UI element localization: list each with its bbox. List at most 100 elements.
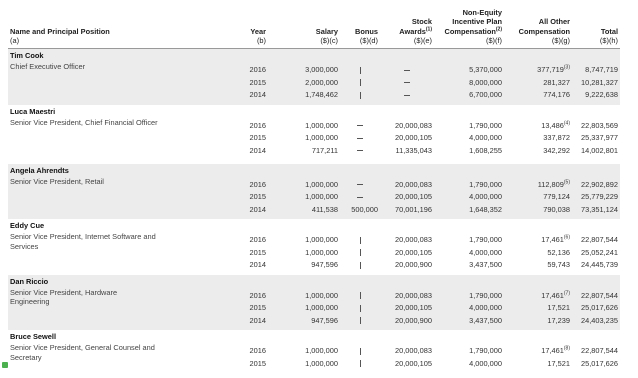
total-cell-value: 25,779,229 [581,192,618,201]
all-other-cell: 377,719(3) 281,327 774,176 [504,48,572,105]
non-equity-cell-value: 1,790,000 [469,120,502,130]
salary-cell-value: 1,000,000 [305,358,338,368]
year-cell: 2016 2015 2014 [160,219,268,275]
header-year: Year (b) [160,8,268,49]
year-cell: 2016 2015 2014 [160,163,268,219]
stock-awards-cell: 20,000,083 20,000,105 20,000,900 [380,219,434,275]
executive-title: Senior Vice President, Chief Financial O… [10,117,158,127]
stock-awards-value: 70,001,196 [395,204,432,214]
bonus-dash [342,235,378,248]
all-other-cell: 17,461(6) 52,136 59,743 [504,219,572,275]
year-cell: 2016 2015 [160,330,268,378]
bonus-dash [342,303,378,316]
table-row: Angela Ahrendts Senior Vice President, Re… [8,163,620,219]
salary-cell-value: 947,596 [311,260,338,269]
stock-awards-value: 20,000,900 [395,260,432,269]
non-equity-cell: 1,790,000 4,000,000 [434,330,504,378]
total-cell: 22,902,892 25,779,229 73,351,124 [572,163,620,219]
non-equity-cell-value: 3,437,500 [469,260,502,269]
all-other-cell-value: 17,461(8) [541,345,570,355]
salary-cell-value: 2,000,000 [305,77,338,87]
executive-name: Bruce Sewell [10,332,57,341]
bonus-value [342,146,378,159]
executive-title: Senior Vice President, Retail [10,176,104,186]
total-cell-value: 25,337,977 [581,133,618,142]
executive-title: Senior Vice President, Hardware Engineer… [10,287,118,306]
bonus-value [342,180,378,193]
bonus-value: 500,000 [351,204,378,214]
non-equity-cell-value: 1,790,000 [469,290,502,300]
non-equity-cell: 1,790,000 4,000,000 1,608,255 [434,105,504,164]
all-other-cell: 13,486(4) 337,872 342,292 [504,105,572,164]
non-equity-cell: 1,790,000 4,000,000 1,648,352 [434,163,504,219]
bonus-cell [340,330,380,378]
all-other-cell: 17,461(7) 17,521 17,239 [504,274,572,330]
salary-cell-value: 717,211 [311,145,338,155]
year-cell-value: 2016 [249,235,266,244]
year-cell-value: 2015 [249,358,266,368]
non-equity-cell: 1,790,000 4,000,000 3,437,500 [434,219,504,275]
stock-awards-cell: 20,000,083 20,000,105 [380,330,434,378]
salary-cell-value: 1,000,000 [305,179,338,189]
total-cell-value: 22,902,892 [581,179,618,189]
executive-name: Tim Cook [10,51,44,60]
stock-awards-cell: 20,000,083 20,000,105 20,000,900 [380,274,434,330]
bonus-dash [342,65,378,78]
total-cell-value: 14,002,801 [581,145,618,155]
all-other-cell-value: 281,327 [543,77,570,87]
stock-awards-value: 20,000,900 [395,315,432,325]
year-cell-value: 2015 [249,303,266,312]
year-cell-value: 2015 [249,192,266,201]
stock-awards-value: 20,000,105 [395,133,432,142]
year-cell-value: 2016 [249,290,266,300]
non-equity-cell-value: 4,000,000 [469,133,502,142]
bonus-cell [340,48,380,105]
stock-awards-value [382,78,432,91]
executive-name: Luca Maestri [10,106,56,116]
year-cell-value: 2014 [249,260,266,269]
total-cell-value: 24,445,739 [581,260,618,269]
salary-cell-value: 1,000,000 [305,247,338,257]
stock-awards-value: 20,000,083 [395,120,432,130]
executive-title: Chief Executive Officer [10,62,86,72]
salary-cell-value: 411,538 [311,204,338,214]
table-row: Tim Cook Chief Executive Officer 2016 2015 2… [8,48,620,105]
stock-awards-value: 20,000,083 [395,179,432,189]
bonus-dash [342,90,378,103]
total-cell-value: 25,017,626 [581,303,618,312]
total-cell-value: 73,351,124 [581,204,618,214]
non-equity-cell: 5,370,000 8,000,000 6,700,000 [434,48,504,105]
executive-title: Senior Vice President, General Counsel a… [10,343,155,362]
year-cell-value: 2016 [249,179,266,189]
bonus-dash [342,291,378,304]
bonus-cell [340,274,380,330]
total-cell-value: 10,281,327 [581,77,618,87]
salary-cell-value: 947,596 [311,315,338,325]
table-row: Dan Riccio Senior Vice President, Hardwar… [8,274,620,330]
salary-cell: 1,000,000 1,000,000 717,211 [268,105,340,164]
all-other-cell: 17,461(8) 17,521 [504,330,572,378]
header-bonus: Bonus ($)(d) [340,8,380,49]
non-equity-cell-value: 1,790,000 [469,179,502,189]
salary-cell-value: 1,000,000 [305,303,338,312]
non-equity-cell-value: 5,370,000 [469,65,502,74]
all-other-cell-value: 337,872 [543,133,570,142]
non-equity-cell-value: 1,608,255 [469,145,502,155]
salary-cell: 1,000,000 1,000,000 [268,330,340,378]
non-equity-cell-value: 4,000,000 [469,192,502,201]
bonus-cell [340,105,380,164]
executive-cell: Eddy Cue Senior Vice President, Internet … [8,219,160,275]
compensation-table: Name and Principal Position (a) Year (b)… [8,8,620,378]
header-salary: Salary ($)(c) [268,8,340,49]
bonus-dash [342,248,378,261]
stock-awards-value: 20,000,105 [395,192,432,201]
bonus-value [342,121,378,134]
year-cell: 2016 2015 2014 [160,105,268,164]
stock-awards-cell: 20,000,083 20,000,105 11,335,043 [380,105,434,164]
executive-name: Dan Riccio [10,276,49,286]
header-total: Total ($)(h) [572,8,620,49]
year-cell-value: 2016 [249,65,266,74]
salary-cell-value: 1,000,000 [305,133,338,142]
salary-cell-value: 1,000,000 [305,235,338,244]
executive-cell: Bruce Sewell Senior Vice President, Gener… [8,330,160,378]
